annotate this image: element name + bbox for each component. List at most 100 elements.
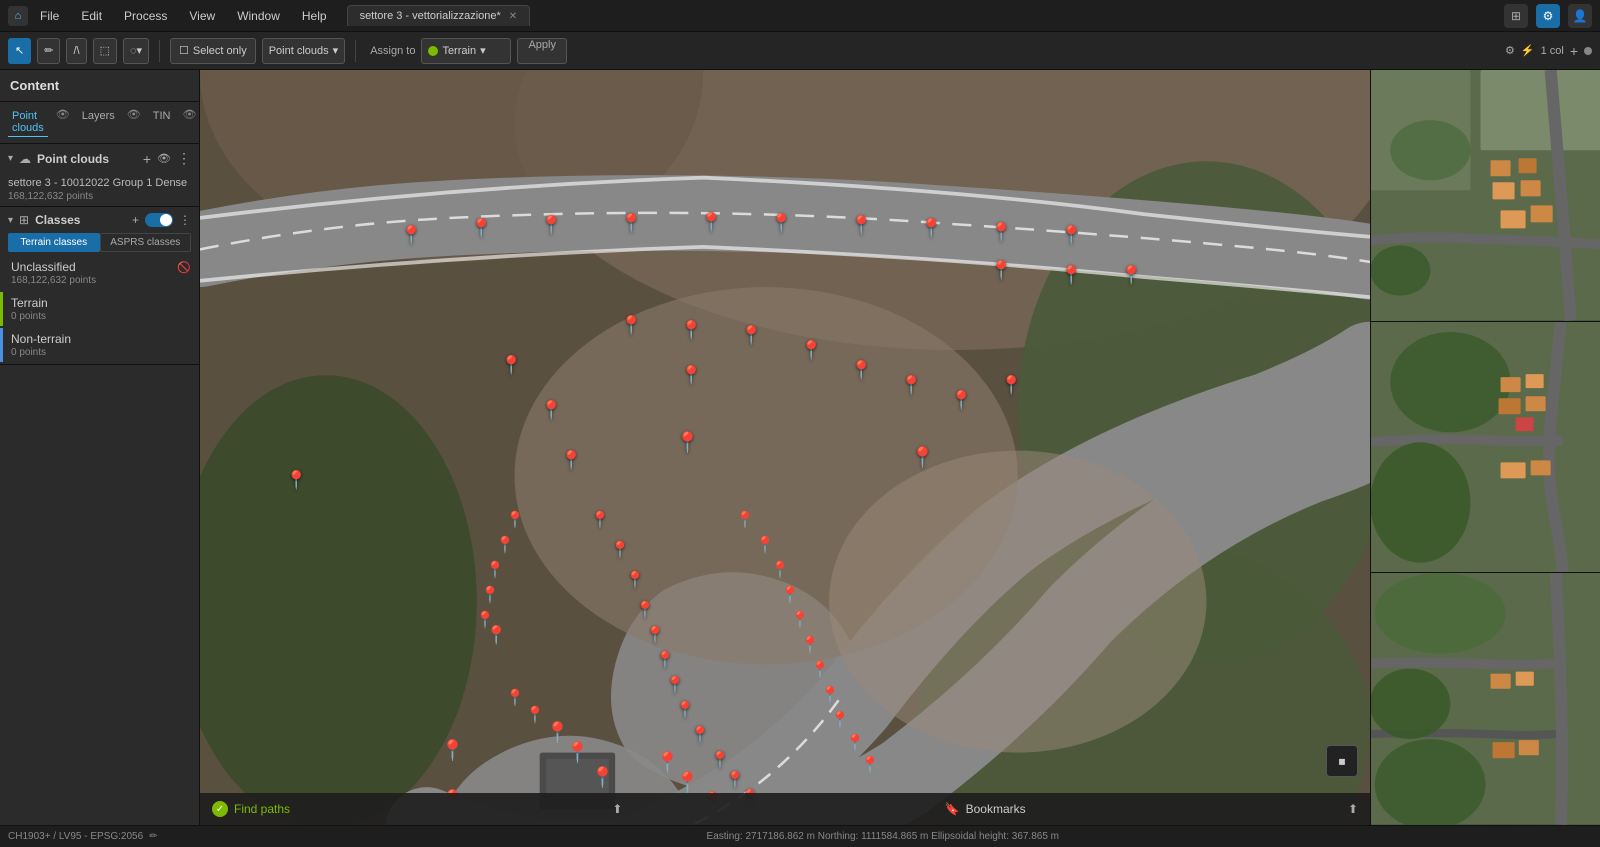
- classes-icon: ⊞: [19, 213, 29, 227]
- classes-toggle-switch[interactable]: [145, 213, 173, 227]
- menu-window[interactable]: Window: [233, 7, 284, 25]
- right-panel: [1370, 70, 1600, 825]
- select-only-label: Select only: [193, 45, 247, 57]
- eye-point-clouds-icon[interactable]: 👁: [56, 108, 70, 137]
- polyline-icon: /\: [73, 45, 79, 57]
- bottom-center: Easting: 2717186.862 m Northing: 1111584…: [174, 831, 1592, 842]
- sidebar-tab-tin[interactable]: TIN: [149, 108, 175, 137]
- tab-main[interactable]: settore 3 - vettorializzazione* ✕: [347, 5, 531, 26]
- map-container[interactable]: 📍 📍 📍 📍 📍 📍 📍 📍 📍 📍 📍 📍 📍 📍 📍 📍 📍: [200, 70, 1370, 825]
- filter-icon[interactable]: ⚙: [1505, 44, 1515, 57]
- point-cloud-more-icon[interactable]: ⋮: [177, 150, 191, 167]
- app-icon: ⌂: [8, 6, 28, 26]
- sidebar-tab-point-clouds[interactable]: Point clouds: [8, 108, 48, 137]
- eye-tin-icon[interactable]: 👁: [183, 108, 197, 137]
- class-item-terrain-row: Terrain: [11, 296, 191, 310]
- terrain-name: Terrain: [11, 296, 48, 310]
- point-clouds-dropdown[interactable]: Point clouds ▾: [262, 38, 345, 64]
- point-cloud-name: settore 3 - 10012022 Group 1 Dense: [8, 177, 191, 189]
- bookmarks-button[interactable]: 🔖 Bookmarks: [945, 802, 1026, 816]
- toolbar-separator-2: [355, 40, 356, 62]
- dot-icon: [1584, 47, 1592, 55]
- polyline-tool-button[interactable]: /\: [66, 38, 86, 64]
- find-paths-button[interactable]: ✓ Find paths: [212, 801, 290, 817]
- menu-help[interactable]: Help: [298, 7, 331, 25]
- class-item-unclassified: Unclassified 🚫 168,122,632 points: [0, 256, 199, 290]
- menu-process[interactable]: Process: [120, 7, 171, 25]
- settings-icon-btn[interactable]: ⚙: [1536, 4, 1560, 28]
- find-paths-label: Find paths: [234, 802, 290, 816]
- grid-icon-btn[interactable]: ⊞: [1504, 4, 1528, 28]
- menu-edit[interactable]: Edit: [77, 7, 106, 25]
- unclassified-name: Unclassified: [11, 260, 76, 274]
- lasso-icon: ◌▾: [130, 44, 142, 57]
- mini-map-panel-3[interactable]: [1371, 573, 1600, 825]
- classes-actions: + ⋮: [132, 213, 191, 227]
- section-toggle-icon: ▾: [8, 153, 13, 164]
- pencil-tool-button[interactable]: ✏: [37, 38, 60, 64]
- title-bar: ⌂ File Edit Process View Window Help set…: [0, 0, 1600, 32]
- lasso-tool-button[interactable]: ◌▾: [123, 38, 149, 64]
- cursor-icon: ↖: [15, 44, 24, 57]
- add-col-icon[interactable]: +: [1570, 43, 1578, 59]
- mini-map-panel-1[interactable]: [1371, 70, 1600, 322]
- point-clouds-section-header[interactable]: ▾ ☁ Point clouds + 👁 ⋮: [0, 144, 199, 173]
- mini-map-1: [1371, 70, 1600, 321]
- tab-close-button[interactable]: ✕: [509, 11, 517, 22]
- pencil-icon: ✏: [44, 44, 53, 57]
- point-cloud-points: 168,122,632 points: [8, 191, 191, 202]
- class-item-terrain: Terrain 0 points: [0, 292, 199, 326]
- class-item-non-terrain-row: Non-terrain: [11, 332, 191, 346]
- menu-bar: File Edit Process View Window Help: [36, 7, 331, 25]
- terrain-classes-tab[interactable]: Terrain classes: [8, 233, 100, 252]
- tab-label: settore 3 - vettorializzazione*: [360, 10, 501, 22]
- main-layout: Content Point clouds 👁 Layers 👁 TIN 👁 ▾ …: [0, 70, 1600, 825]
- collapse-right-icon[interactable]: ⬆: [1348, 802, 1358, 816]
- assign-value-label: Terrain: [442, 45, 476, 57]
- classes-section-title: Classes: [35, 213, 126, 227]
- asprs-classes-tab[interactable]: ASPRS classes: [100, 233, 192, 252]
- eye-point-cloud-toggle[interactable]: 👁: [157, 152, 171, 165]
- point-clouds-label: Point clouds: [269, 45, 329, 57]
- classes-more-icon[interactable]: ⋮: [179, 213, 191, 227]
- user-icon-btn[interactable]: 👤: [1568, 4, 1592, 28]
- stop-recording-button[interactable]: ⏹: [1326, 745, 1358, 777]
- add-point-cloud-icon[interactable]: +: [143, 151, 151, 167]
- select-tool-button[interactable]: ↖: [8, 38, 31, 64]
- bookmark-icon: 🔖: [945, 802, 960, 816]
- bottom-bar: CH1903+ / LV95 - EPSG:2056 ✏ Easting: 27…: [0, 825, 1600, 847]
- terrain-points: 0 points: [11, 311, 191, 322]
- point-clouds-section-title: Point clouds: [37, 152, 137, 166]
- add-class-icon[interactable]: +: [132, 213, 139, 227]
- point-clouds-content: settore 3 - 10012022 Group 1 Dense 168,1…: [0, 173, 199, 206]
- layers-filter-icon[interactable]: ⚡: [1521, 44, 1535, 57]
- crs-label: CH1903+ / LV95 - EPSG:2056: [8, 831, 143, 842]
- assign-to-dropdown[interactable]: Terrain ▾: [421, 38, 511, 64]
- collapse-left-icon[interactable]: ⬆: [612, 802, 622, 816]
- toolbar-right-icons: ⚙ ⚡ 1 col +: [1505, 43, 1592, 59]
- edit-crs-icon[interactable]: ✏: [149, 831, 157, 842]
- select-only-button[interactable]: ☐ Select only: [170, 38, 256, 64]
- tab-area: settore 3 - vettorializzazione* ✕: [347, 5, 531, 26]
- measure-tool-button[interactable]: ⬚: [93, 38, 117, 64]
- cloud-icon: ☁: [19, 152, 31, 166]
- class-item-unclassified-row: Unclassified 🚫: [11, 260, 191, 274]
- content-title: Content: [10, 78, 59, 93]
- mini-map-3: [1371, 573, 1600, 825]
- toolbar-separator-1: [159, 40, 160, 62]
- sidebar-tabs: Point clouds 👁 Layers 👁 TIN 👁: [0, 102, 199, 144]
- toolbar-right: ⚙ ⚡ 1 col +: [1505, 43, 1592, 59]
- find-paths-bar: ✓ Find paths ⬆ 🔖 Bookmarks ⬆: [200, 793, 1370, 825]
- eye-layers-icon[interactable]: 👁: [127, 108, 141, 137]
- apply-button[interactable]: Apply: [517, 38, 567, 64]
- menu-view[interactable]: View: [185, 7, 219, 25]
- stop-icon: ⏹: [1339, 753, 1346, 770]
- sidebar-header: Content: [0, 70, 199, 102]
- sidebar-tab-layers[interactable]: Layers: [78, 108, 119, 137]
- classes-section-header: ▾ ⊞ Classes + ⋮: [0, 207, 199, 233]
- unclassified-visibility-icon[interactable]: 🚫: [177, 261, 191, 274]
- menu-file[interactable]: File: [36, 7, 63, 25]
- road-svg: [200, 70, 1370, 825]
- mini-map-panel-2[interactable]: [1371, 322, 1600, 574]
- class-item-non-terrain: Non-terrain 0 points: [0, 328, 199, 362]
